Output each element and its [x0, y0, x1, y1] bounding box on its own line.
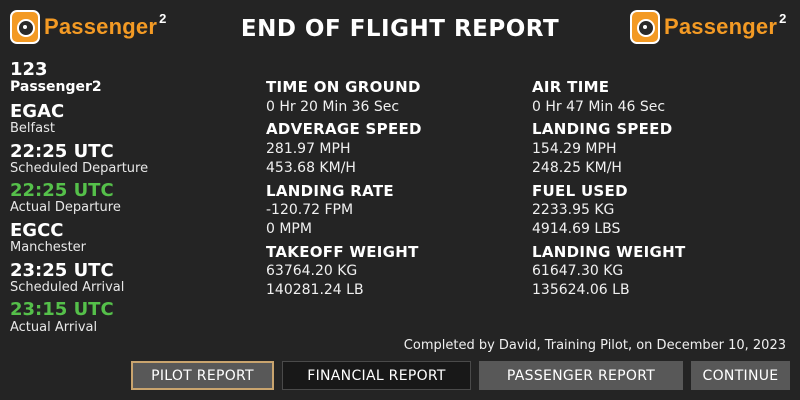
flight-number: 123 — [10, 59, 48, 80]
stat-time-on-ground: TIME ON GROUND 0 Hr 20 Min 36 Sec — [266, 78, 506, 116]
report-button-bar: PILOT REPORT FINANCIAL REPORT PASSENGER … — [131, 361, 790, 390]
stat-value: 0 Hr 20 Min 36 Sec — [266, 98, 400, 115]
stat-landing-speed: LANDING SPEED 154.29 MPH 248.25 KM/H — [532, 120, 772, 177]
stat-label: AIR TIME — [532, 78, 610, 96]
stat-value: 0 Hr 47 Min 46 Sec — [532, 98, 666, 115]
completed-by-note: Completed by David, Training Pilot, on D… — [403, 338, 786, 353]
stat-value: 154.29 MPH — [532, 140, 617, 157]
destination-code: EGCC — [10, 219, 64, 241]
stats-column-left: TIME ON GROUND 0 Hr 20 Min 36 Sec ADVERA… — [266, 78, 506, 304]
stat-value: 63764.20 KG — [266, 263, 358, 280]
stat-takeoff-weight: TAKEOFF WEIGHT 63764.20 KG 140281.24 LB — [266, 243, 506, 300]
stat-value: -120.72 FPM — [266, 202, 354, 219]
continue-button[interactable]: CONTINUE — [691, 361, 790, 390]
flight-info-panel: 123 Passenger2 EGAC Belfast 22:25 UTC Sc… — [10, 59, 250, 335]
financial-report-button[interactable]: FINANCIAL REPORT — [282, 361, 471, 390]
stat-label: LANDING WEIGHT — [532, 242, 686, 261]
stat-value: 4914.69 LBS — [532, 221, 621, 238]
stat-value: 61647.30 KG — [532, 263, 624, 280]
stat-value: 135624.06 LB — [532, 282, 630, 299]
stat-value: 248.25 KM/H — [532, 159, 622, 176]
stat-value: 140281.24 LB — [266, 282, 364, 299]
destination-city: Manchester — [10, 240, 87, 256]
actual-arrival-label: Actual Arrival — [10, 319, 98, 335]
passenger-logo-icon — [630, 10, 660, 44]
stat-fuel-used: FUEL USED 2233.95 KG 4914.69 LBS — [532, 182, 772, 239]
stat-landing-rate: LANDING RATE -120.72 FPM 0 MPM — [266, 182, 506, 239]
origin-city: Belfast — [10, 120, 55, 136]
stat-label: LANDING RATE — [266, 181, 394, 200]
stat-label: FUEL USED — [532, 181, 628, 200]
stat-value: 0 MPM — [266, 221, 312, 238]
actual-departure-label: Actual Departure — [10, 200, 121, 216]
pilot-report-button[interactable]: PILOT REPORT — [131, 361, 274, 390]
brand-superscript: 2 — [779, 10, 787, 26]
stat-label: TIME ON GROUND — [266, 78, 421, 96]
scheduled-arrival-time: 23:25 UTC — [10, 259, 114, 281]
stat-average-speed: ADVERAGE SPEED 281.97 MPH 453.68 KM/H — [266, 120, 506, 177]
stat-air-time: AIR TIME 0 Hr 47 Min 46 Sec — [532, 78, 772, 116]
passenger-report-button[interactable]: PASSENGER REPORT — [479, 361, 683, 390]
origin-code: EGAC — [10, 100, 65, 122]
brand-logo-right: Passenger 2 — [630, 10, 786, 44]
stat-value: 453.68 KM/H — [266, 159, 356, 176]
stat-label: TAKEOFF WEIGHT — [266, 242, 419, 261]
stat-landing-weight: LANDING WEIGHT 61647.30 KG 135624.06 LB — [532, 243, 772, 300]
stat-label: ADVERAGE SPEED — [266, 120, 422, 139]
scheduled-departure-label: Scheduled Departure — [10, 160, 149, 176]
stat-value: 281.97 MPH — [266, 140, 351, 157]
airline-name: Passenger2 — [10, 79, 102, 96]
actual-departure-time: 22:25 UTC — [10, 180, 114, 202]
brand-name: Passenger — [664, 14, 778, 39]
stats-column-right: AIR TIME 0 Hr 47 Min 46 Sec LANDING SPEE… — [532, 78, 772, 304]
actual-arrival-time: 23:15 UTC — [10, 299, 114, 321]
stat-label: LANDING SPEED — [532, 120, 673, 139]
stat-value: 2233.95 KG — [532, 202, 615, 219]
scheduled-arrival-label: Scheduled Arrival — [10, 279, 125, 295]
scheduled-departure-time: 22:25 UTC — [10, 140, 114, 162]
